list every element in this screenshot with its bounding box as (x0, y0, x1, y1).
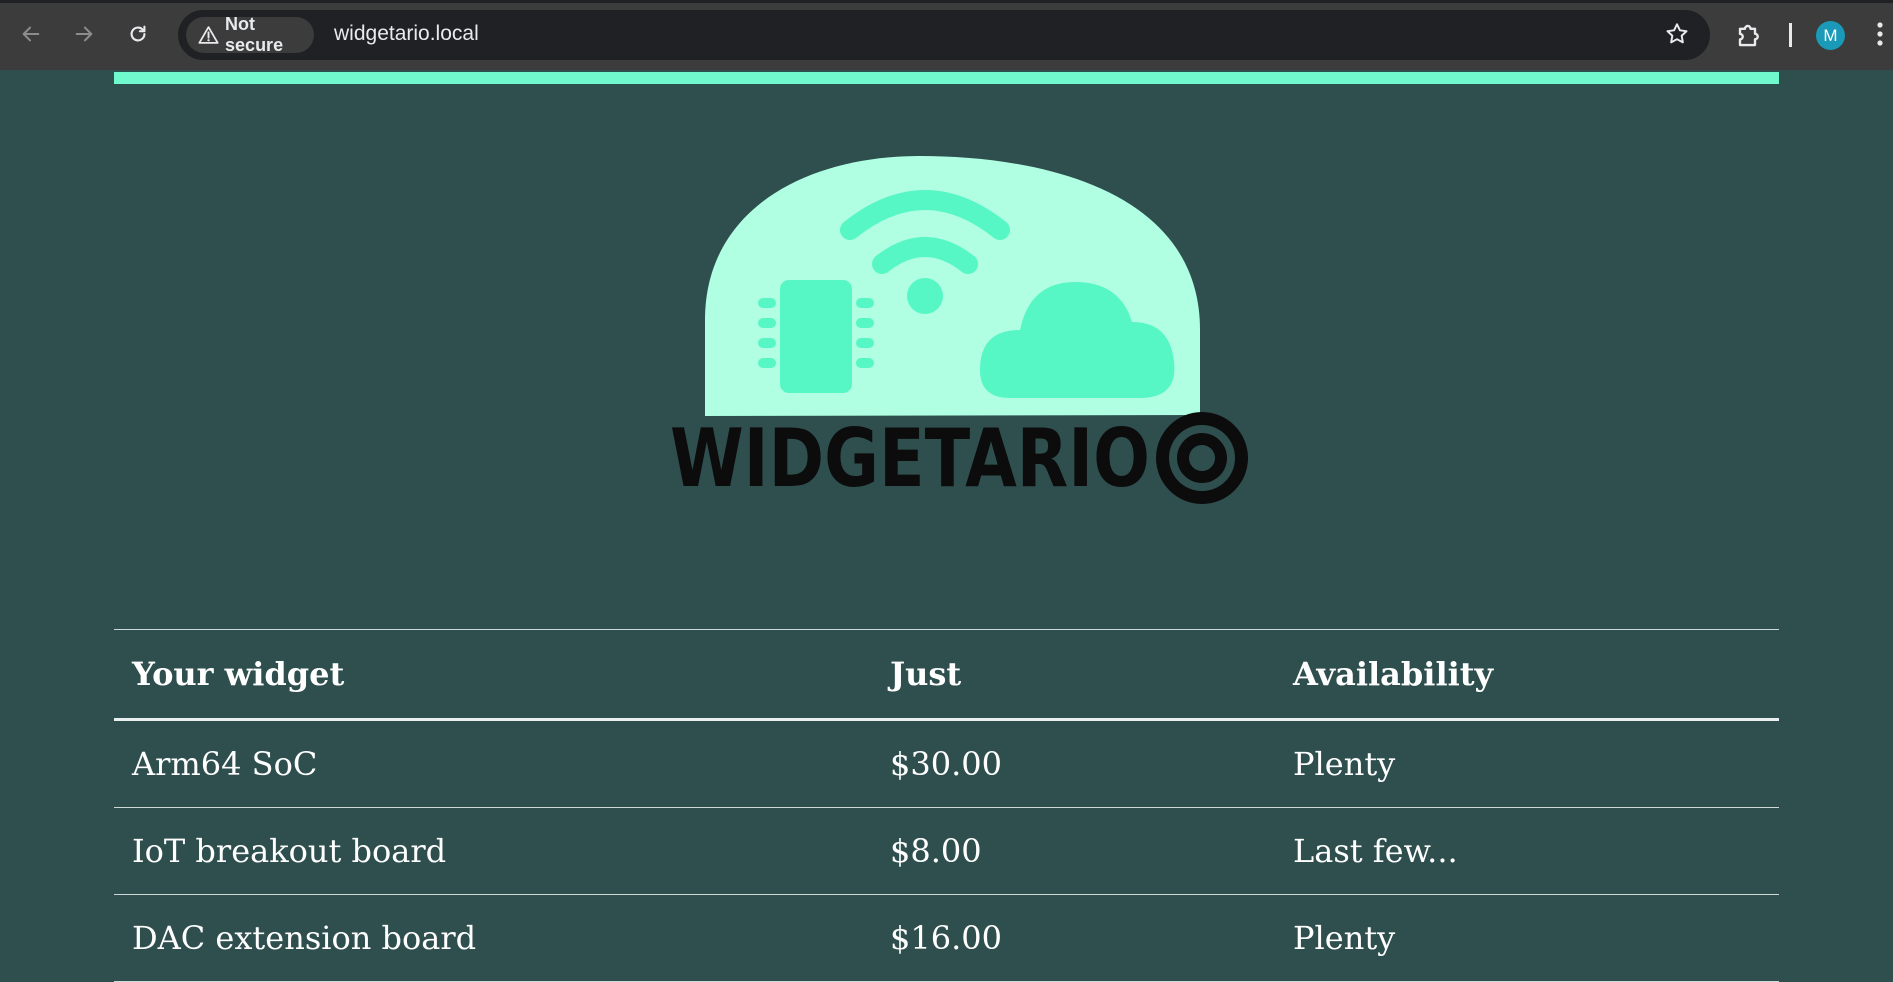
table-row: DAC extension board $16.00 Plenty (114, 894, 1779, 982)
widget-name: DAC extension board (114, 894, 872, 982)
widget-availability: Plenty (1275, 894, 1779, 982)
browser-toolbar: Not secure widgetario.local M (0, 0, 1893, 70)
reload-icon (130, 25, 146, 42)
back-button[interactable] (15, 18, 47, 50)
security-indicator[interactable]: Not secure (186, 14, 314, 55)
widget-price: $16.00 (872, 894, 1275, 982)
url-text[interactable]: widgetario.local (334, 22, 479, 46)
star-icon (1666, 23, 1688, 44)
header-accent-bar (114, 72, 1779, 84)
address-bar[interactable]: Not secure widgetario.local (178, 10, 1710, 60)
header-widget: Your widget (114, 629, 872, 721)
table-header-row: Your widget Just Availability (114, 629, 1779, 721)
extensions-button[interactable] (1735, 20, 1765, 55)
widget-availability: Plenty (1275, 719, 1779, 808)
logo-wordmark: WIDGETARIO (670, 412, 1150, 505)
warning-icon (198, 26, 219, 44)
table-row: IoT breakout board $8.00 Last few... (114, 807, 1779, 895)
profile-avatar[interactable]: M (1816, 21, 1845, 50)
browser-menu-button[interactable] (1875, 20, 1885, 53)
table-row: Arm64 SoC $30.00 Plenty (114, 719, 1779, 808)
toolbar-divider (1789, 23, 1792, 47)
reload-button[interactable] (122, 18, 154, 50)
widget-price: $30.00 (872, 719, 1275, 808)
widget-availability: Last few... (1275, 807, 1779, 895)
widgetario-logo: WIDGETARIO (670, 156, 1248, 505)
widget-name: IoT breakout board (114, 807, 872, 895)
security-label: Not secure (225, 14, 284, 55)
widget-name: Arm64 SoC (114, 719, 872, 808)
forward-button[interactable] (68, 18, 100, 50)
arrow-left-icon (22, 26, 40, 42)
kebab-menu-icon (1877, 22, 1883, 46)
puzzle-icon (1738, 24, 1759, 47)
widgets-table: Your widget Just Availability Arm64 SoC … (114, 629, 1779, 982)
header-availability: Availability (1275, 629, 1779, 721)
bookmark-button[interactable] (1664, 21, 1690, 52)
header-price: Just (872, 629, 1275, 721)
widget-price: $8.00 (872, 807, 1275, 895)
tab-strip-edge (0, 0, 1893, 3)
arrow-right-icon (75, 26, 93, 42)
